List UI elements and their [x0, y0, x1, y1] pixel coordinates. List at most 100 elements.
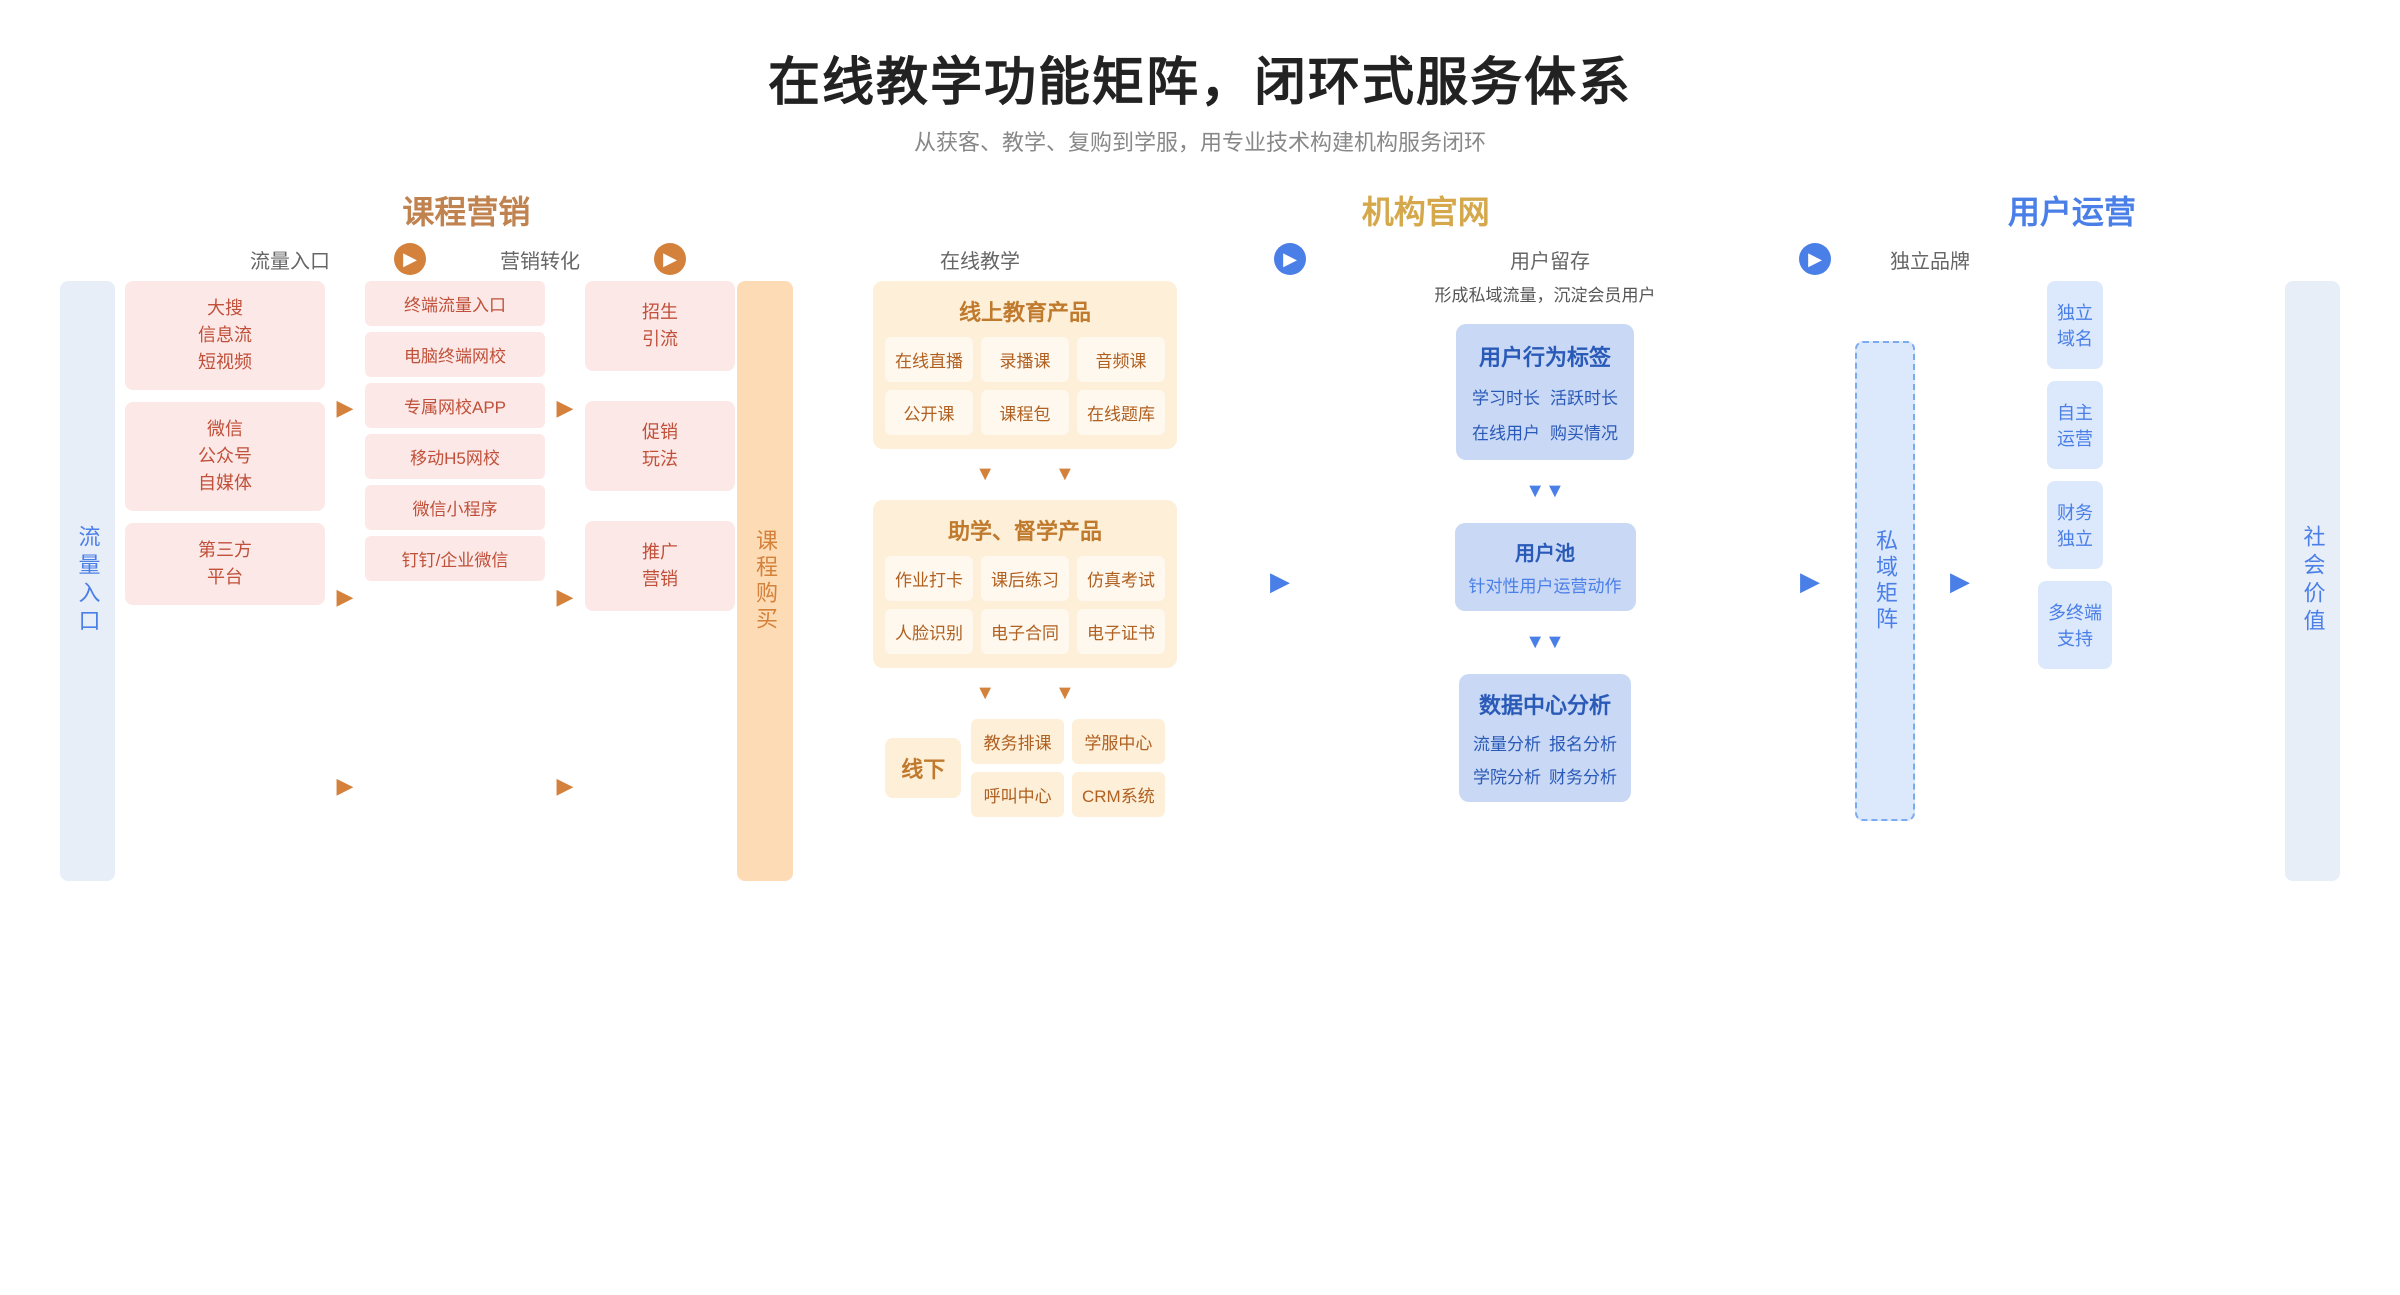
behavior-tag-grid: 学习时长 活跃时长 在线用户 购买情况 — [1472, 384, 1618, 444]
btag-4: 购买情况 — [1550, 419, 1618, 444]
terminal-item-2: 专属网校APP — [365, 383, 545, 428]
stage-retain: 用户留存 — [1510, 251, 1590, 273]
traffic-item-2: 微信公众号自媒体 — [125, 402, 325, 511]
conv-item-2: 促销玩法 — [585, 401, 735, 491]
brand-item-4: 多终端支持 — [2038, 581, 2112, 669]
arrow-col-2: ▶ ▶ ▶ — [545, 281, 585, 881]
flow-arrow-1a: ▶ — [337, 395, 354, 421]
data-center-title: 数据中心分析 — [1473, 688, 1617, 720]
col-conversion: 招生引流 促销玩法 推广营销 — [585, 281, 735, 881]
col-purchase: 课程购买 — [735, 281, 795, 881]
learn-cell-4: 人脸识别 — [885, 609, 973, 654]
siyu-label-text: 私域矩阵 — [1855, 341, 1915, 821]
learn-cell-3: 仿真考试 — [1077, 556, 1165, 601]
online-cell-1: 在线直播 — [885, 337, 973, 382]
flow-area: 流量入口 大搜信息流短视频 微信公众号自媒体 第三方平台 ▶ ▶ ▶ — [60, 281, 2340, 881]
arrow-col-blue-3: ▶ — [1935, 281, 1985, 881]
down-arrow-2: ▼ — [1055, 463, 1075, 486]
offline-row: 线下 教务排课 学服中心 呼叫中心 CRM系统 — [885, 719, 1164, 817]
retain-top-text: 形成私域流量，沉淀会员用户 — [1435, 281, 1656, 306]
offline-cell-4: CRM系统 — [1072, 772, 1165, 817]
page-header: 在线教学功能矩阵，闭环式服务体系 从获客、教学、复购到学服，用专业技术构建机构服… — [60, 40, 2340, 157]
flow-arrow-2b: ▶ — [557, 584, 574, 610]
btag-2: 活跃时长 — [1550, 384, 1618, 409]
btag-1: 学习时长 — [1472, 384, 1540, 409]
arrow-1: ▶ — [394, 243, 426, 275]
retain-down-arrows: ▼ ▼ — [1525, 476, 1565, 507]
col-terminal: 终端流量入口 电脑终端网校 专属网校APP 移动H5网校 微信小程序 钉钉/企业… — [365, 281, 545, 881]
offline-grid: 教务排课 学服中心 呼叫中心 CRM系统 — [971, 719, 1164, 817]
stage-online: 在线教学 — [940, 251, 1020, 273]
down-arrow-4: ▼ — [1055, 682, 1075, 705]
terminal-item-4: 微信小程序 — [365, 485, 545, 530]
stage-labels-row: 流量入口 ▶ 营销转化 ▶ 在线教学 ▶ 用户留存 ▶ 独立品牌 — [60, 243, 2340, 275]
down-arrow-3: ▼ — [975, 682, 995, 705]
flow-arrow-1c: ▶ — [337, 773, 354, 799]
col-siyu: 私域矩阵 — [1835, 281, 1935, 881]
user-pool-title: 用户池 — [1469, 537, 1622, 566]
online-edu-section: 线上教育产品 在线直播 录播课 音频课 公开课 课程包 在线题库 — [873, 281, 1177, 449]
retain-arrow-1: ▼ — [1525, 480, 1545, 503]
user-pool-section: 用户池 针对性用户运营动作 — [1455, 523, 1636, 611]
retain-arrow-4: ▼ — [1545, 631, 1565, 654]
learn-cell-1: 作业打卡 — [885, 556, 973, 601]
arrow-4: ▶ — [1799, 243, 1831, 275]
flow-arrow-2a: ▶ — [557, 395, 574, 421]
offline-down-arrows: ▼ ▼ — [975, 678, 1075, 709]
data-grid: 流量分析 报名分析 学院分析 财务分析 — [1473, 730, 1617, 788]
offline-cell-1: 教务排课 — [971, 719, 1064, 764]
page-title: 在线教学功能矩阵，闭环式服务体系 — [60, 40, 2340, 115]
terminal-item-1: 电脑终端网校 — [365, 332, 545, 377]
col-traffic: 大搜信息流短视频 微信公众号自媒体 第三方平台 — [125, 281, 325, 881]
brand-item-1: 独立域名 — [2047, 281, 2103, 369]
learn-cell-2: 课后练习 — [981, 556, 1069, 601]
right-label-text: 社会价值 — [2297, 525, 2329, 637]
online-cell-2: 录播课 — [981, 337, 1069, 382]
online-cell-4: 公开课 — [885, 390, 973, 435]
flow-columns: 大搜信息流短视频 微信公众号自媒体 第三方平台 ▶ ▶ ▶ 终端流量入口 电脑终… — [125, 281, 2275, 881]
col-brand: 独立域名 自主运营 财务独立 多终端支持 — [1985, 281, 2165, 881]
conv-item-3: 推广营销 — [585, 521, 735, 611]
section-yonghu: 用户运营 — [1804, 187, 2340, 233]
blue-arrow-3: ▶ — [1950, 566, 1970, 597]
left-label-text: 流量入口 — [72, 525, 104, 637]
right-flow-label: 社会价值 — [2285, 281, 2340, 881]
blue-arrow-2: ▶ — [1800, 566, 1820, 597]
traffic-item-1: 大搜信息流短视频 — [125, 281, 325, 390]
left-flow-label: 流量入口 — [60, 281, 115, 881]
online-edu-title: 线上教育产品 — [885, 295, 1165, 327]
retain-arrow-2: ▼ — [1545, 480, 1565, 503]
arrow-col-blue: ▶ — [1255, 281, 1305, 881]
data-item-1: 流量分析 — [1473, 730, 1541, 755]
arrow-3: ▶ — [1274, 243, 1306, 275]
traffic-item-3: 第三方平台 — [125, 523, 325, 605]
col-retain: 形成私域流量，沉淀会员用户 用户行为标签 学习时长 活跃时长 在线用户 购买情况… — [1305, 281, 1785, 881]
section-jigou: 机构官网 — [1158, 187, 1694, 233]
traffic-boxes: 大搜信息流短视频 微信公众号自媒体 第三方平台 — [125, 281, 325, 605]
online-down-arrows: ▼ ▼ — [975, 459, 1075, 490]
stage-traffic: 流量入口 — [250, 251, 330, 273]
online-edu-grid: 在线直播 录播课 音频课 公开课 课程包 在线题库 — [885, 337, 1165, 435]
brand-item-2: 自主运营 — [2047, 381, 2103, 469]
online-cell-5: 课程包 — [981, 390, 1069, 435]
page-subtitle: 从获客、教学、复购到学服，用专业技术构建机构服务闭环 — [60, 125, 2340, 157]
retain-arrow-3: ▼ — [1525, 631, 1545, 654]
data-center-section: 数据中心分析 流量分析 报名分析 学院分析 财务分析 — [1459, 674, 1631, 802]
stage-brand: 独立品牌 — [1890, 251, 1970, 273]
terminal-item-3: 移动H5网校 — [365, 434, 545, 479]
brand-item-3: 财务独立 — [2047, 481, 2103, 569]
online-cell-6: 在线题库 — [1077, 390, 1165, 435]
retain-down-arrows-2: ▼ ▼ — [1525, 627, 1565, 658]
offline-cell-3: 呼叫中心 — [971, 772, 1064, 817]
stage-marketing: 营销转化 — [500, 251, 580, 273]
learn-cell-6: 电子证书 — [1077, 609, 1165, 654]
terminal-item-0: 终端流量入口 — [365, 281, 545, 326]
learning-title: 助学、督学产品 — [885, 514, 1165, 546]
conv-item-1: 招生引流 — [585, 281, 735, 371]
btag-3: 在线用户 — [1472, 419, 1540, 444]
online-cell-3: 音频课 — [1077, 337, 1165, 382]
learning-grid: 作业打卡 课后练习 仿真考试 人脸识别 电子合同 电子证书 — [885, 556, 1165, 654]
col-online: 线上教育产品 在线直播 录播课 音频课 公开课 课程包 在线题库 ▼ ▼ — [795, 281, 1255, 881]
conversion-items: 招生引流 促销玩法 推广营销 — [585, 281, 735, 611]
data-item-4: 财务分析 — [1549, 763, 1617, 788]
